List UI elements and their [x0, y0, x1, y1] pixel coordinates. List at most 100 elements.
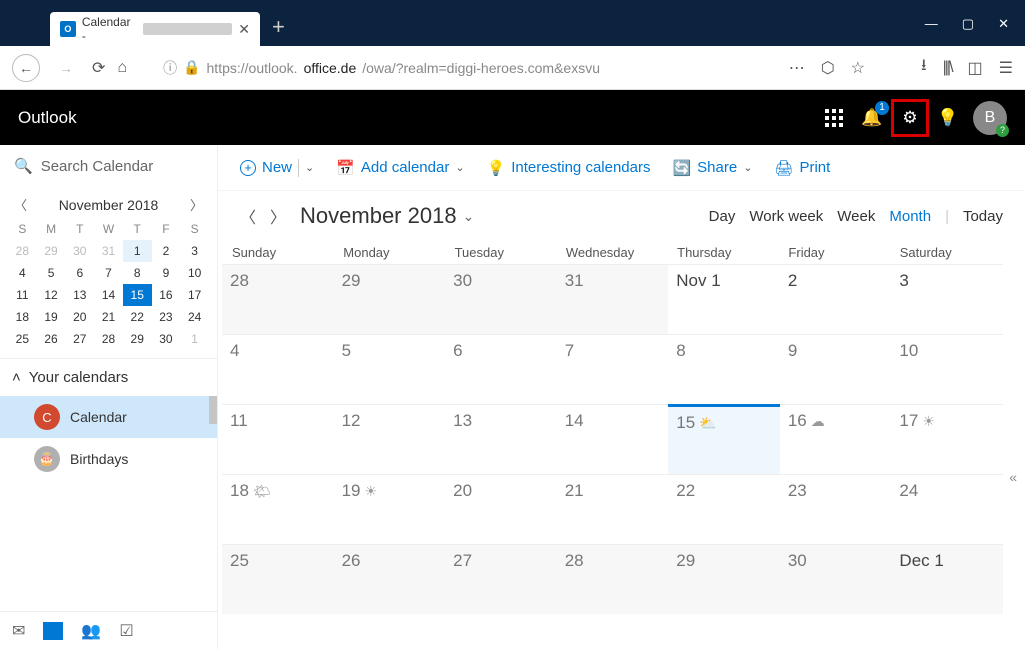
mini-day[interactable]: 16	[152, 284, 181, 306]
account-avatar[interactable]: B ?	[973, 101, 1007, 135]
scrollbar-thumb[interactable]	[209, 396, 217, 424]
chevron-down-icon[interactable]: ⌄	[305, 161, 314, 174]
browser-tab[interactable]: O Calendar - ✕	[50, 12, 260, 46]
day-cell[interactable]: 28	[222, 264, 334, 334]
day-cell[interactable]: 30	[445, 264, 557, 334]
day-cell[interactable]: 30	[780, 544, 892, 614]
new-tab-button[interactable]: +	[272, 14, 285, 40]
address-bar[interactable]: ⓘ 🔒 https://outlook.office.de/owa/?realm…	[139, 58, 777, 78]
mini-day[interactable]: 10	[180, 262, 209, 284]
mini-day[interactable]: 8	[123, 262, 152, 284]
mini-day[interactable]: 19	[37, 306, 66, 328]
mini-day[interactable]: 28	[8, 240, 37, 262]
mini-day[interactable]: 5	[37, 262, 66, 284]
mini-day[interactable]: 22	[123, 306, 152, 328]
mini-prev-month[interactable]: 〈	[14, 195, 27, 214]
your-calendars-header[interactable]: ˄ Your calendars	[0, 358, 217, 396]
back-button[interactable]: ←	[12, 54, 40, 82]
day-cell[interactable]: 16☁	[780, 404, 892, 474]
view-month[interactable]: Month	[889, 208, 931, 225]
close-window-button[interactable]: ✕	[998, 16, 1009, 32]
add-calendar-button[interactable]: 📅 Add calendar ⌄	[336, 159, 464, 177]
day-cell[interactable]: 13	[445, 404, 557, 474]
day-cell[interactable]: Dec 1	[891, 544, 1003, 614]
sidebar-toggle-icon[interactable]: ◫	[968, 58, 983, 78]
tasks-module-icon[interactable]: ☑	[119, 621, 133, 641]
menu-icon[interactable]: ☰	[999, 58, 1013, 78]
view-week[interactable]: Week	[837, 208, 875, 225]
interesting-calendars-button[interactable]: 💡 Interesting calendars	[487, 159, 651, 177]
downloads-icon[interactable]: ⭳	[921, 54, 927, 81]
prev-period-button[interactable]: 〈	[240, 204, 256, 228]
day-cell[interactable]: 20	[445, 474, 557, 544]
help-button[interactable]: 💡	[929, 99, 967, 137]
day-cell[interactable]: 15⛅	[668, 404, 780, 474]
day-cell[interactable]: 28	[557, 544, 669, 614]
mini-day[interactable]: 26	[37, 328, 66, 350]
calendar-list-item[interactable]: CCalendar	[0, 396, 217, 438]
day-cell[interactable]: 24	[891, 474, 1003, 544]
mail-module-icon[interactable]: ✉	[12, 621, 25, 641]
library-icon[interactable]: |||\	[943, 59, 952, 77]
day-cell[interactable]: 8	[668, 334, 780, 404]
day-cell[interactable]: 12	[334, 404, 446, 474]
mini-day[interactable]: 9	[152, 262, 181, 284]
notifications-button[interactable]: 🔔 1	[853, 99, 891, 137]
mini-day[interactable]: 11	[8, 284, 37, 306]
forward-button[interactable]: →	[52, 54, 80, 82]
mini-day[interactable]: 1	[180, 328, 209, 350]
home-button[interactable]: ⌂	[117, 59, 127, 77]
mini-day[interactable]: 7	[94, 262, 123, 284]
view-day[interactable]: Day	[709, 208, 736, 225]
mini-day[interactable]: 21	[94, 306, 123, 328]
new-button[interactable]: + New ⌄	[240, 159, 314, 177]
day-cell[interactable]: 26	[334, 544, 446, 614]
mini-day[interactable]: 12	[37, 284, 66, 306]
day-cell[interactable]: 17☀	[891, 404, 1003, 474]
day-cell[interactable]: 18🌤	[222, 474, 334, 544]
pocket-icon[interactable]: ⬡	[821, 58, 835, 78]
day-cell[interactable]: 31	[557, 264, 669, 334]
mini-day[interactable]: 31	[94, 240, 123, 262]
day-cell[interactable]: 9	[780, 334, 892, 404]
day-cell[interactable]: 3	[891, 264, 1003, 334]
day-cell[interactable]: 14	[557, 404, 669, 474]
day-cell[interactable]: 5	[334, 334, 446, 404]
reload-button[interactable]: ⟳	[92, 58, 105, 78]
calendar-list-item[interactable]: 🎂Birthdays	[0, 438, 217, 480]
mini-day[interactable]: 2	[152, 240, 181, 262]
close-tab-icon[interactable]: ✕	[238, 21, 250, 38]
day-cell[interactable]: 6	[445, 334, 557, 404]
mini-day[interactable]: 13	[65, 284, 94, 306]
day-cell[interactable]: 10	[891, 334, 1003, 404]
mini-day[interactable]: 30	[65, 240, 94, 262]
day-cell[interactable]: 25	[222, 544, 334, 614]
mini-day[interactable]: 6	[65, 262, 94, 284]
day-cell[interactable]: 27	[445, 544, 557, 614]
mini-day[interactable]: 29	[123, 328, 152, 350]
mini-day[interactable]: 24	[180, 306, 209, 328]
day-cell[interactable]: 21	[557, 474, 669, 544]
calendar-module-icon[interactable]	[43, 622, 63, 640]
day-cell[interactable]: 2	[780, 264, 892, 334]
mini-day[interactable]: 14	[94, 284, 123, 306]
print-button[interactable]: 🖨 Print	[774, 159, 830, 177]
mini-day[interactable]: 1	[123, 240, 152, 262]
mini-day[interactable]: 3	[180, 240, 209, 262]
day-cell[interactable]: Nov 1	[668, 264, 780, 334]
collapse-sidepane-icon[interactable]: «	[1009, 469, 1017, 485]
mini-day[interactable]: 17	[180, 284, 209, 306]
mini-day[interactable]: 30	[152, 328, 181, 350]
mini-next-month[interactable]: 〉	[190, 195, 203, 214]
mini-day[interactable]: 29	[37, 240, 66, 262]
view-today[interactable]: Today	[963, 208, 1003, 225]
day-cell[interactable]: 4	[222, 334, 334, 404]
app-launcher-button[interactable]	[815, 99, 853, 137]
mini-day[interactable]: 27	[65, 328, 94, 350]
day-cell[interactable]: 7	[557, 334, 669, 404]
day-cell[interactable]: 23	[780, 474, 892, 544]
mini-day[interactable]: 23	[152, 306, 181, 328]
day-cell[interactable]: 22	[668, 474, 780, 544]
next-period-button[interactable]: 〉	[270, 204, 286, 228]
day-cell[interactable]: 19☀	[334, 474, 446, 544]
